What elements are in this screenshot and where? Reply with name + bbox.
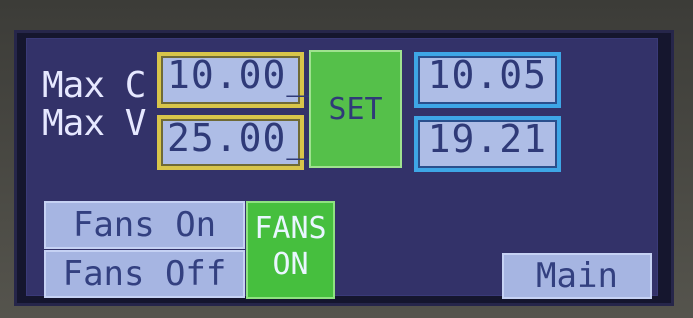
fans-status-line1: FANS bbox=[254, 211, 327, 246]
fans-status-line2: ON bbox=[272, 247, 309, 282]
fans-status-indicator: FANS ON bbox=[246, 201, 335, 299]
main-button[interactable]: Main bbox=[502, 253, 652, 299]
max-v-input[interactable]: 25.00_ bbox=[157, 115, 309, 170]
fans-off-button[interactable]: Fans Off bbox=[44, 250, 245, 298]
voltage-reading: 19.21 bbox=[414, 116, 561, 172]
current-reading: 10.05 bbox=[414, 52, 561, 108]
max-c-input[interactable]: 10.00_ bbox=[157, 52, 309, 108]
max-v-label: Max V bbox=[42, 103, 146, 144]
max-c-label: Max C bbox=[42, 65, 146, 106]
fans-on-button[interactable]: Fans On bbox=[44, 201, 245, 249]
set-button[interactable]: SET bbox=[309, 50, 402, 168]
